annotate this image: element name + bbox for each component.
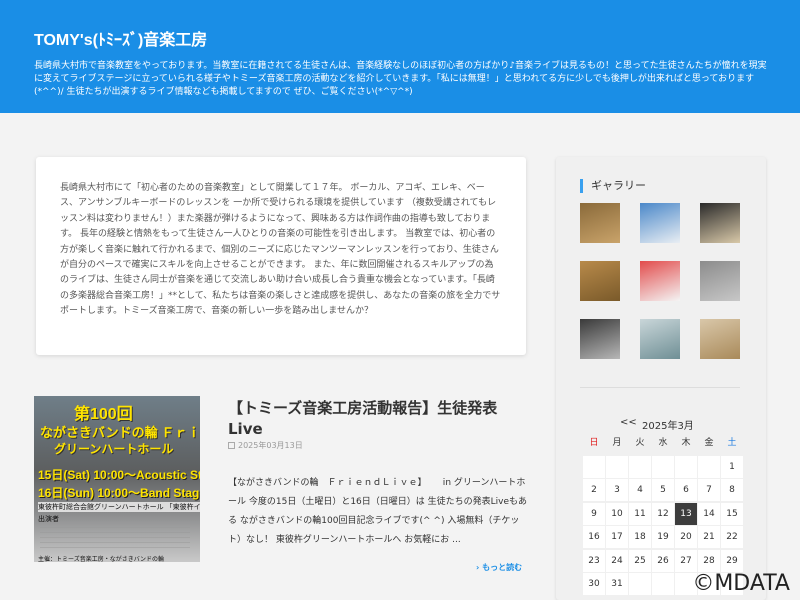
calendar-day[interactable]: 10 xyxy=(606,502,628,525)
calendar-day[interactable]: 28 xyxy=(698,549,720,572)
calendar-empty-cell xyxy=(652,455,674,478)
thumbnail-text: 主催：トミーズ音楽工房・ながさきバンドの輪 xyxy=(38,557,165,562)
calendar-day[interactable]: 2 xyxy=(583,479,605,501)
calendar-month: 2025年3月 xyxy=(642,421,694,432)
watermark: ©MDATA xyxy=(692,571,790,596)
thumbnail-text: 16日(Sun) 10:00〜Band Stage xyxy=(38,486,200,500)
calendar-day[interactable]: 12 xyxy=(652,502,674,525)
post-thumbnail[interactable]: 第100回 ながさきバンドの輪 ＦｒｉｅｎｄＬｉｖｅ グリーンハートホール 15… xyxy=(34,396,200,562)
calendar-day[interactable]: 14 xyxy=(698,502,720,525)
calendar-day[interactable]: 23 xyxy=(583,549,605,572)
divider xyxy=(580,387,740,388)
calendar-day[interactable]: 5 xyxy=(652,479,674,501)
thumbnail-text: 第100回 xyxy=(74,406,133,423)
calendar-empty-cell xyxy=(629,455,651,478)
calendar-day[interactable]: 24 xyxy=(606,549,628,572)
calendar-weekday: 火 xyxy=(635,438,645,448)
calendar-day[interactable]: 8 xyxy=(721,479,743,501)
calendar-day[interactable]: 7 xyxy=(698,479,720,501)
post-title[interactable]: 【トミーズ音楽工房活動報告】生徒発表Live xyxy=(228,398,528,440)
calendar-empty-cell xyxy=(698,455,720,478)
intro-card: 長崎県大村市にて「初心者のための音楽教室」として開業して１７年。 ボーカル、アコ… xyxy=(36,157,526,355)
calendar-icon xyxy=(228,442,235,449)
read-more-link[interactable]: › もっと読む xyxy=(476,562,522,573)
post-excerpt: 【ながさきバンドの輪 ＦｒｉｅｎｄＬｉｖｅ】 in グリーンハートホール 今度の… xyxy=(228,478,528,545)
thumbnail-text: 15日(Sat) 10:00〜Acoustic Stage xyxy=(38,468,200,482)
calendar-day[interactable]: 16 xyxy=(583,526,605,548)
gallery-image-4[interactable] xyxy=(580,261,620,301)
calendar-day[interactable]: 20 xyxy=(675,526,697,548)
calendar-day[interactable]: 15 xyxy=(721,502,743,525)
calendar-day-today[interactable]: 13 xyxy=(675,502,697,525)
gallery-image-8[interactable] xyxy=(640,319,680,359)
site-description: 長崎県大村市で音楽教室をやっております。当教室に在籍されてる生徒さんは、音楽経験… xyxy=(34,61,767,97)
thumbnail-text: グリーンハートホール xyxy=(54,442,174,456)
calendar-weekday: 日 xyxy=(589,438,599,448)
calendar-day[interactable]: 6 xyxy=(675,479,697,501)
gallery-image-5[interactable] xyxy=(640,261,680,301)
calendar-day[interactable]: 31 xyxy=(606,573,628,595)
calendar-weekday: 木 xyxy=(681,438,691,448)
calendar-empty-cell xyxy=(629,573,651,595)
gallery-image-3[interactable] xyxy=(700,203,740,243)
calendar-day[interactable]: 3 xyxy=(606,479,628,501)
calendar-day[interactable]: 29 xyxy=(721,549,743,572)
thumbnail-text: ながさきバンドの輪 ＦｒｉｅｎｄＬｉｖｅ xyxy=(40,425,200,440)
calendar-day[interactable]: 22 xyxy=(721,526,743,548)
post-card: 第100回 ながさきバンドの輪 ＦｒｉｅｎｄＬｉｖｅ グリーンハートホール 15… xyxy=(34,396,528,572)
read-more-label: もっと読む xyxy=(482,563,523,572)
calendar-day[interactable]: 17 xyxy=(606,526,628,548)
calendar-weekday: 土 xyxy=(727,438,737,448)
post-date: 2025年03月13日 xyxy=(228,440,303,451)
calendar-empty-cell xyxy=(606,455,628,478)
intro-text: 長崎県大村市にて「初心者のための音楽教室」として開業して１７年。 ボーカル、アコ… xyxy=(60,183,501,317)
calendar-day[interactable]: 21 xyxy=(698,526,720,548)
gallery-image-2[interactable] xyxy=(640,203,680,243)
calendar-day[interactable]: 11 xyxy=(629,502,651,525)
site-title[interactable]: TOMY's(ﾄﾐｰｽﾞ)音楽工房 xyxy=(34,30,766,52)
post-date-text: 2025年03月13日 xyxy=(238,441,303,450)
calendar-empty-cell xyxy=(652,573,674,595)
calendar-weekday: 水 xyxy=(658,438,668,448)
calendar-day[interactable]: 26 xyxy=(652,549,674,572)
calendar-day[interactable]: 25 xyxy=(629,549,651,572)
gallery-image-6[interactable] xyxy=(700,261,740,301)
gallery-image-9[interactable] xyxy=(700,319,740,359)
calendar-day[interactable]: 18 xyxy=(629,526,651,548)
calendar-weekday: 月 xyxy=(612,438,622,448)
calendar-day[interactable]: 9 xyxy=(583,502,605,525)
calendar-day[interactable]: 19 xyxy=(652,526,674,548)
calendar-day[interactable]: 30 xyxy=(583,573,605,595)
site-header: TOMY's(ﾄﾐｰｽﾞ)音楽工房 長崎県大村市で音楽教室をやっております。当教… xyxy=(0,0,800,113)
gallery-title: ギャラリー xyxy=(580,179,646,193)
calendar-day[interactable]: 1 xyxy=(721,455,743,478)
calendar-day[interactable]: 4 xyxy=(629,479,651,501)
calendar-day[interactable]: 27 xyxy=(675,549,697,572)
calendar-prev-link[interactable]: << xyxy=(620,417,637,428)
calendar-empty-cell xyxy=(583,455,605,478)
gallery-image-1[interactable] xyxy=(580,203,620,243)
thumbnail-text: 東彼杵町総合会館グリーンハートホール 「東彼杵インターより車で５分」 xyxy=(38,502,200,512)
calendar-empty-cell xyxy=(675,455,697,478)
calendar-weekday: 金 xyxy=(704,438,714,448)
thumbnail-performer-list xyxy=(40,522,190,552)
gallery-image-7[interactable] xyxy=(580,319,620,359)
chevron-right-icon: › xyxy=(476,563,480,572)
